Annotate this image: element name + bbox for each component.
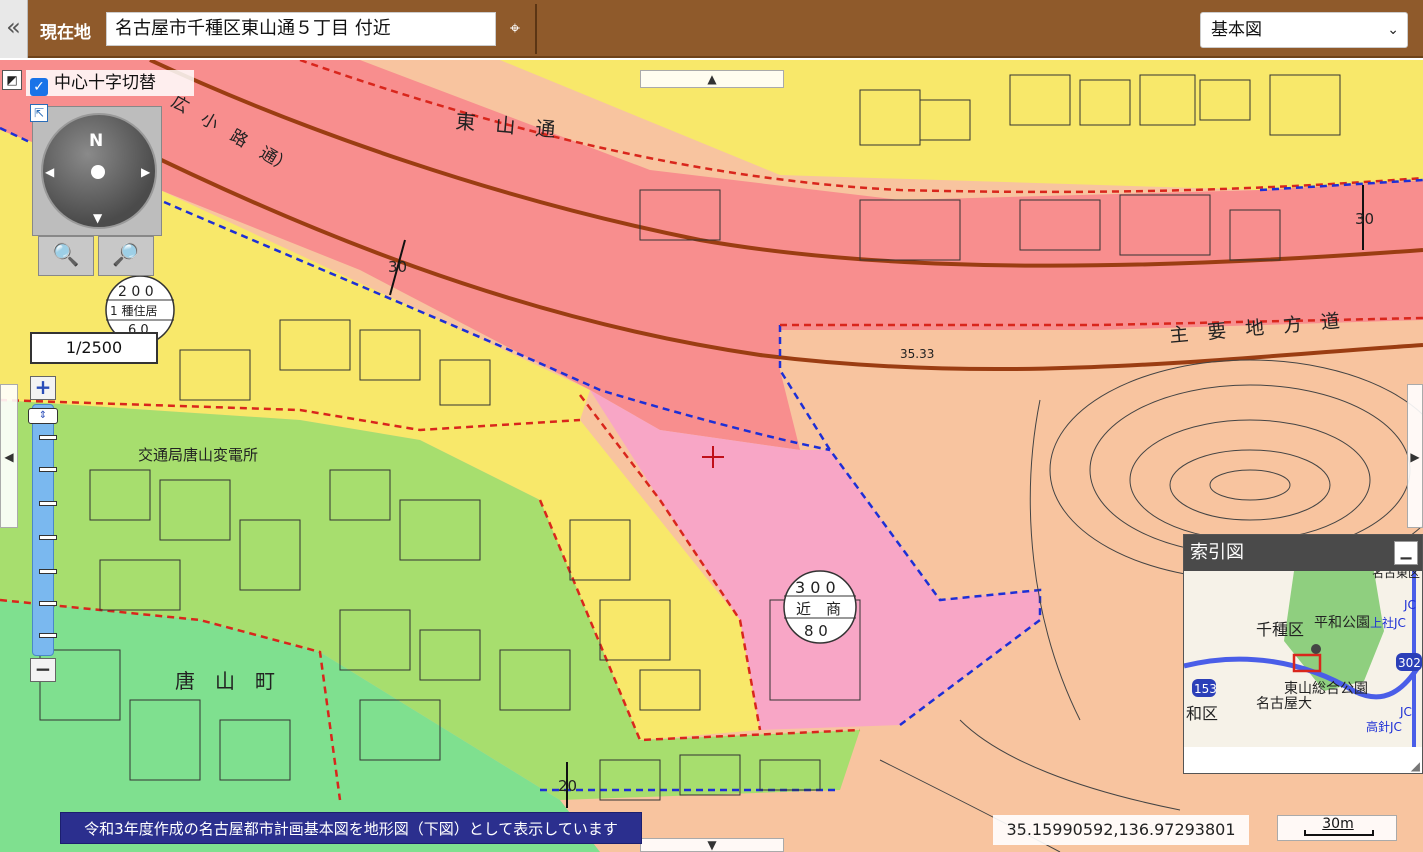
- label-karayama: 唐 山 町: [175, 669, 275, 693]
- index-location-pin: [1311, 644, 1321, 654]
- map-app: « 現在地 名古屋市千種区東山通５丁目 付近 ⌖ 基本図 ⌄ 東 山 通 広 小…: [0, 0, 1423, 852]
- notice-banner: 令和3年度作成の名古屋都市計画基本図を地形図（下図）として表示しています: [60, 812, 642, 844]
- slider-tick[interactable]: [39, 535, 57, 540]
- slider-tick[interactable]: [39, 569, 57, 574]
- header-divider: [535, 4, 537, 54]
- slider-tick[interactable]: [39, 633, 57, 638]
- index-label-takahari: 高針JC: [1366, 719, 1402, 734]
- index-route-302: 302: [1398, 656, 1421, 670]
- compass-south-arrow[interactable]: ▼: [93, 211, 102, 225]
- slider-thumb[interactable]: ⇕: [28, 408, 58, 424]
- compass-north-label: N: [89, 131, 104, 151]
- pan-down-button[interactable]: ▼: [640, 838, 784, 852]
- zoom-slider[interactable]: + ⇕ −: [28, 376, 58, 686]
- pan-left-button[interactable]: ◀: [0, 384, 18, 528]
- scale-bar: 30m: [1277, 815, 1397, 841]
- slider-tick[interactable]: [39, 467, 57, 472]
- expand-corner-icon[interactable]: ⇱: [30, 104, 48, 122]
- map-type-value: 基本図: [1211, 20, 1262, 40]
- compass-west-arrow[interactable]: ◀: [45, 165, 54, 179]
- checkbox-icon[interactable]: ✓: [30, 78, 48, 96]
- zone-marker-2: 3 0 0 近 商 8 0: [783, 570, 857, 644]
- slider-track[interactable]: [32, 404, 57, 656]
- slider-plus-button[interactable]: +: [30, 376, 56, 400]
- zone-marker-1-top: 2 0 0: [118, 284, 154, 300]
- index-label-wa-ku: 和区: [1186, 704, 1218, 723]
- index-label-chikusa: 千種区: [1256, 620, 1304, 639]
- index-label-meidai: 名古屋大: [1256, 696, 1312, 712]
- index-map-title: 索引図: [1184, 535, 1422, 571]
- header-bar: « 現在地 名古屋市千種区東山通５丁目 付近 ⌖ 基本図 ⌄: [0, 0, 1423, 58]
- location-label: 現在地: [40, 23, 91, 43]
- map-type-select[interactable]: 基本図 ⌄: [1200, 12, 1408, 48]
- road-width-30b: 30: [1355, 210, 1374, 228]
- zone-marker-2-top: 3 0 0: [795, 578, 836, 597]
- collapse-panel-button[interactable]: «: [0, 0, 28, 58]
- compass-control[interactable]: N ▼ ◀ ▶: [32, 106, 162, 236]
- coordinates-display: 35.15990592,136.97293801: [993, 815, 1249, 845]
- slider-tick[interactable]: [39, 501, 57, 506]
- index-map-canvas[interactable]: 千種区 平和公園 東山総合公園 名古屋大 和区 名古東区 上社JC 高針JC 1…: [1184, 571, 1422, 747]
- scale-display: 1/2500: [30, 332, 158, 364]
- slider-tick[interactable]: [39, 601, 57, 606]
- compass-east-arrow[interactable]: ▶: [141, 165, 150, 179]
- road-width-20: 20: [558, 777, 577, 795]
- resize-grip-icon[interactable]: ◢: [1411, 759, 1420, 773]
- slider-minus-button[interactable]: −: [30, 658, 56, 682]
- index-route-153: 153: [1194, 682, 1217, 696]
- road-width-30a: 30: [388, 258, 407, 276]
- compass-center-dot[interactable]: [91, 165, 105, 179]
- slider-tick[interactable]: [39, 435, 57, 440]
- index-map-panel[interactable]: 索引図 ▁ 千種区 平和公園 東山総合公園 名古屋大 和区 名古東区 上社JC …: [1183, 534, 1423, 774]
- index-jc-1: JC: [1403, 598, 1416, 612]
- pan-right-button[interactable]: ▶: [1407, 384, 1423, 528]
- label-elevation: 35.33: [900, 347, 934, 361]
- crosshair-toggle-label: 中心十字切替: [54, 73, 156, 93]
- zone-marker-2-mid: 近 商: [796, 600, 841, 618]
- scale-bar-line: [1304, 830, 1374, 836]
- index-jc-2: JC: [1399, 705, 1412, 719]
- location-field[interactable]: 名古屋市千種区東山通５丁目 付近: [106, 12, 496, 46]
- zoom-in-button[interactable]: 🔍: [38, 236, 94, 276]
- zoom-out-icon: 🔎: [112, 243, 140, 268]
- index-label-heiwa: 平和公園: [1314, 615, 1370, 631]
- layer-toggle-icon[interactable]: ◩: [2, 70, 22, 90]
- zone-marker-2-bot: 8 0: [804, 622, 828, 640]
- zoom-out-button[interactable]: 🔎: [98, 236, 154, 276]
- zoom-in-icon: 🔍: [52, 243, 80, 268]
- index-label-ueshi: 上社JC: [1370, 615, 1406, 630]
- zone-marker-1-mid: 1 種住居: [110, 304, 157, 318]
- locate-icon[interactable]: ⌖: [500, 14, 530, 44]
- crosshair-toggle[interactable]: ✓ 中心十字切替: [26, 70, 194, 96]
- index-label-nagoya-higashi: 名古東区: [1372, 571, 1420, 580]
- minimize-button[interactable]: ▁: [1394, 541, 1418, 565]
- label-substation: 交通局唐山変電所: [138, 446, 258, 464]
- pan-up-button[interactable]: ▲: [640, 70, 784, 88]
- chevron-down-icon: ⌄: [1387, 22, 1399, 38]
- index-label-higashiyama-park: 東山総合公園: [1284, 681, 1368, 697]
